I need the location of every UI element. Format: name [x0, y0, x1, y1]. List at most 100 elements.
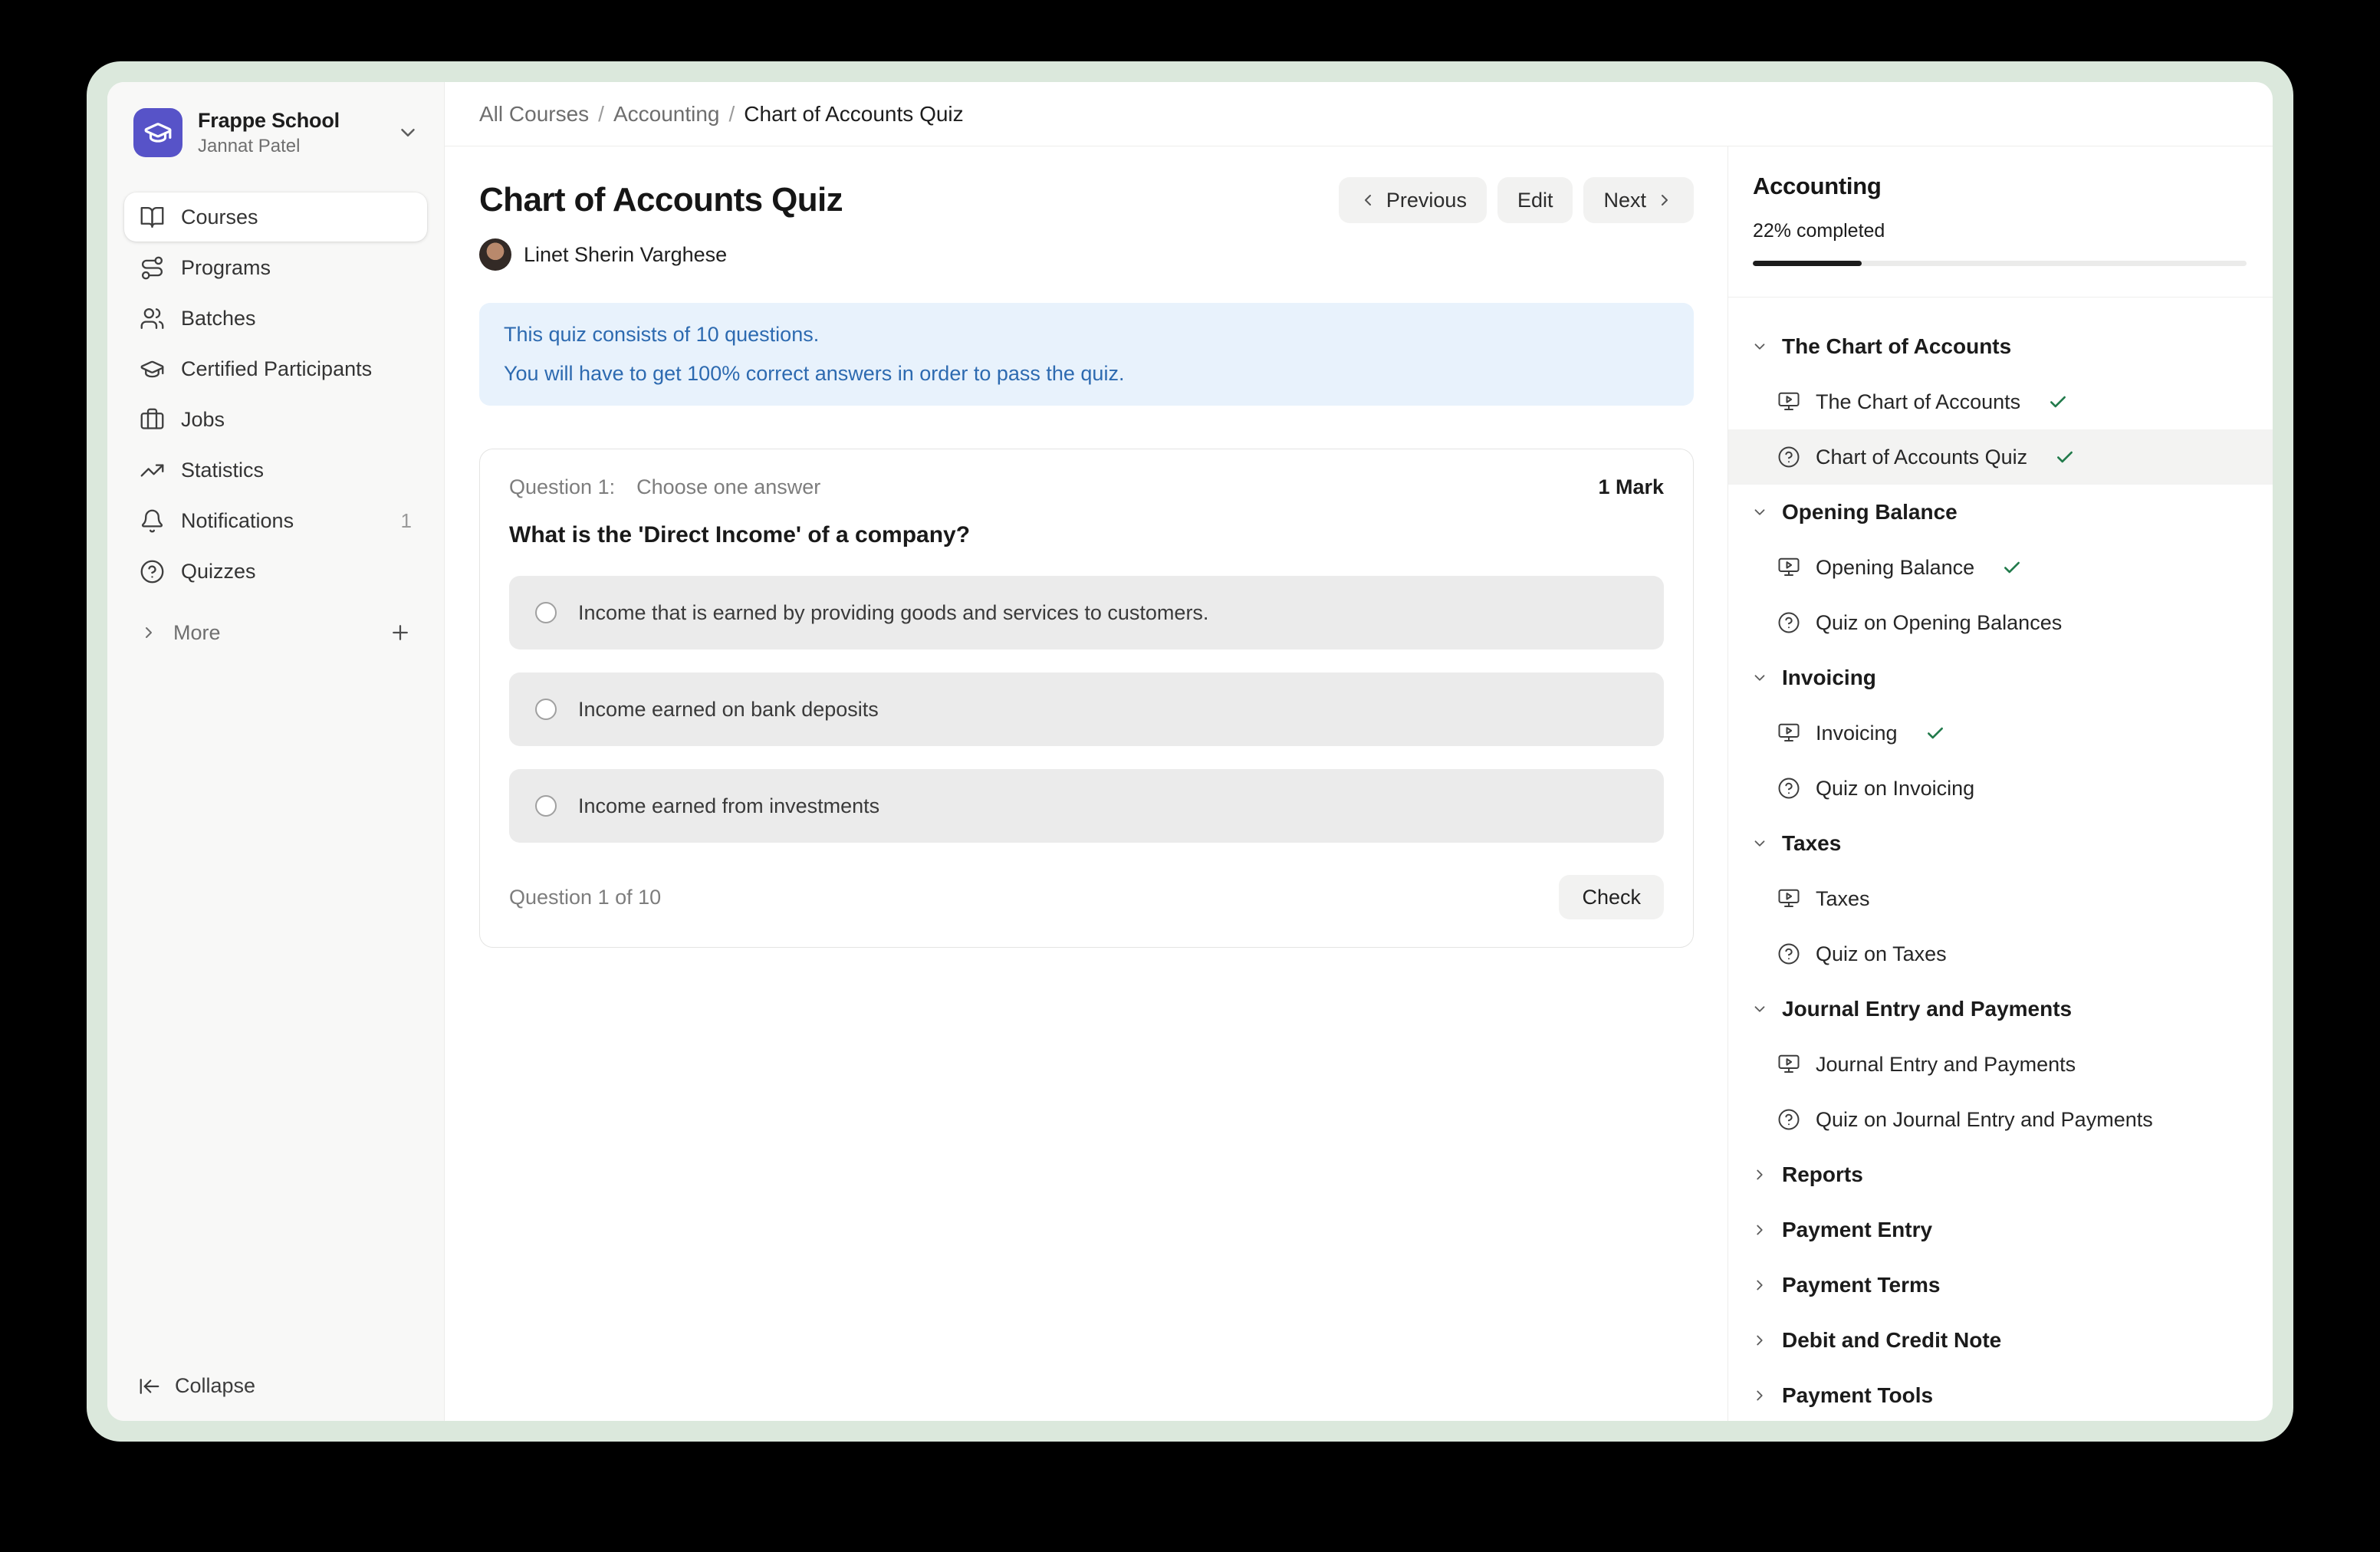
option-row[interactable]: Income that is earned by providing goods…	[509, 576, 1664, 649]
plus-icon[interactable]	[389, 621, 412, 644]
outline-section-collapsed[interactable]: Payment Terms	[1728, 1258, 2273, 1313]
outline-lesson[interactable]: Invoicing	[1728, 705, 2273, 761]
outline-section-collapsed[interactable]: Payment Entry	[1728, 1202, 2273, 1258]
outline-section[interactable]: Journal Entry and Payments	[1728, 982, 2273, 1037]
sidebar-item-label: Courses	[181, 206, 258, 229]
outline-section-collapsed[interactable]: Reports	[1728, 1147, 2273, 1202]
quiz-notice: This quiz consists of 10 questions. You …	[479, 303, 1694, 406]
workspace-user: Jannat Patel	[198, 136, 381, 157]
section-title: Journal Entry and Payments	[1782, 997, 2072, 1021]
sidebar-item-quizzes[interactable]: Quizzes	[124, 547, 427, 596]
sidebar-item-statistics[interactable]: Statistics	[124, 446, 427, 495]
outline-quiz[interactable]: Quiz on Journal Entry and Payments	[1728, 1092, 2273, 1147]
notice-line: This quiz consists of 10 questions.	[504, 324, 1669, 345]
outline-lesson[interactable]: The Chart of Accounts	[1728, 374, 2273, 429]
chevron-down-icon[interactable]	[396, 121, 419, 144]
outline-section[interactable]: Taxes	[1728, 816, 2273, 871]
sidebar-collapse-button[interactable]: Collapse	[138, 1374, 255, 1398]
briefcase-icon	[140, 407, 165, 432]
route-icon	[140, 255, 165, 281]
sidebar-item-jobs[interactable]: Jobs	[124, 395, 427, 444]
section-title: Invoicing	[1782, 666, 1876, 690]
edit-button[interactable]: Edit	[1497, 177, 1573, 223]
question-footer: Question 1 of 10 Check	[509, 875, 1664, 919]
sidebar-item-courses[interactable]: Courses	[124, 192, 427, 242]
option-label: Income earned on bank deposits	[578, 698, 879, 722]
content-region: All Courses / Accounting / Chart of Acco…	[445, 82, 2273, 1421]
question-text: What is the 'Direct Income' of a company…	[509, 522, 1664, 548]
lesson-title: The Chart of Accounts	[1816, 390, 2020, 414]
section-title: Payment Tools	[1782, 1383, 1933, 1408]
help-circle-icon	[1777, 446, 1800, 469]
course-outline: The Chart of Accounts The Chart of Accou…	[1728, 298, 2273, 1421]
previous-button[interactable]: Previous	[1339, 177, 1487, 223]
sidebar-item-label: Programs	[181, 256, 271, 280]
workspace-info: Frappe School Jannat Patel	[198, 109, 381, 157]
bell-icon	[140, 508, 165, 534]
breadcrumb-separator: /	[598, 102, 604, 127]
check-button[interactable]: Check	[1559, 875, 1664, 919]
outline-quiz[interactable]: Quiz on Opening Balances	[1728, 595, 2273, 650]
outline-section-collapsed[interactable]: Payment Tools	[1728, 1368, 2273, 1421]
workspace-switcher[interactable]: Frappe School Jannat Patel	[124, 99, 427, 166]
monitor-play-icon	[1777, 556, 1800, 579]
sidebar-menu: Courses Programs Batches Certified Parti…	[124, 192, 427, 596]
lesson-title: Taxes	[1816, 887, 1870, 911]
outline-quiz-selected[interactable]: Chart of Accounts Quiz	[1728, 429, 2273, 485]
outline-lesson[interactable]: Taxes	[1728, 871, 2273, 926]
outline-lesson[interactable]: Opening Balance	[1728, 540, 2273, 595]
breadcrumb-link-accounting[interactable]: Accounting	[613, 102, 720, 127]
course-completed-text: 22% completed	[1753, 220, 2247, 242]
outline-section[interactable]: Invoicing	[1728, 650, 2273, 705]
notice-line: You will have to get 100% correct answer…	[504, 363, 1669, 384]
chevron-left-icon	[1359, 191, 1377, 209]
sidebar-item-programs[interactable]: Programs	[124, 243, 427, 292]
monitor-play-icon	[1777, 1053, 1800, 1076]
chevron-right-icon	[1751, 1332, 1768, 1349]
breadcrumb-link-all-courses[interactable]: All Courses	[479, 102, 589, 127]
sidebar-item-batches[interactable]: Batches	[124, 294, 427, 343]
radio-button[interactable]	[535, 795, 557, 817]
app-window: Frappe School Jannat Patel Courses Progr…	[107, 82, 2273, 1421]
next-button[interactable]: Next	[1583, 177, 1694, 223]
question-instruction: Choose one answer	[636, 475, 820, 499]
breadcrumb-separator: /	[729, 102, 735, 127]
check-icon	[1925, 723, 1945, 743]
outline-quiz[interactable]: Quiz on Taxes	[1728, 926, 2273, 982]
outline-section[interactable]: Opening Balance	[1728, 485, 2273, 540]
help-circle-icon	[140, 559, 165, 584]
option-row[interactable]: Income earned from investments	[509, 769, 1664, 843]
sidebar-item-label: Jobs	[181, 408, 225, 432]
section-title: Reports	[1782, 1162, 1863, 1187]
book-open-icon	[140, 205, 165, 230]
outline-section[interactable]: The Chart of Accounts	[1728, 319, 2273, 374]
chevron-down-icon	[1751, 338, 1768, 355]
chevron-right-icon	[1655, 191, 1674, 209]
graduation-cap-icon	[140, 357, 165, 382]
sidebar-more[interactable]: More	[124, 608, 427, 657]
title-row: Chart of Accounts Quiz Previous Edit Nex…	[479, 177, 1694, 223]
quiz-title: Quiz on Journal Entry and Payments	[1816, 1108, 2153, 1132]
trending-up-icon	[140, 458, 165, 483]
sidebar-item-notifications[interactable]: Notifications 1	[124, 496, 427, 545]
sidebar-item-label: Statistics	[181, 459, 264, 482]
sidebar-more-label: More	[173, 621, 221, 645]
lesson-title: Journal Entry and Payments	[1816, 1053, 2076, 1077]
sidebar-item-certified-participants[interactable]: Certified Participants	[124, 344, 427, 393]
quiz-title: Chart of Accounts Quiz	[1816, 446, 2027, 469]
previous-button-label: Previous	[1386, 189, 1467, 212]
monitor-play-icon	[1777, 390, 1800, 413]
outline-lesson[interactable]: Journal Entry and Payments	[1728, 1037, 2273, 1092]
chevron-right-icon	[1751, 1277, 1768, 1294]
check-icon	[2048, 392, 2068, 412]
outline-quiz[interactable]: Quiz on Invoicing	[1728, 761, 2273, 816]
option-row[interactable]: Income earned on bank deposits	[509, 672, 1664, 746]
radio-button[interactable]	[535, 699, 557, 720]
sidebar-item-label: Certified Participants	[181, 357, 372, 381]
options-list: Income that is earned by providing goods…	[509, 576, 1664, 843]
outline-section-collapsed[interactable]: Debit and Credit Note	[1728, 1313, 2273, 1368]
chevron-down-icon	[1751, 504, 1768, 521]
radio-button[interactable]	[535, 602, 557, 623]
help-circle-icon	[1777, 777, 1800, 800]
lesson-title: Invoicing	[1816, 722, 1898, 745]
